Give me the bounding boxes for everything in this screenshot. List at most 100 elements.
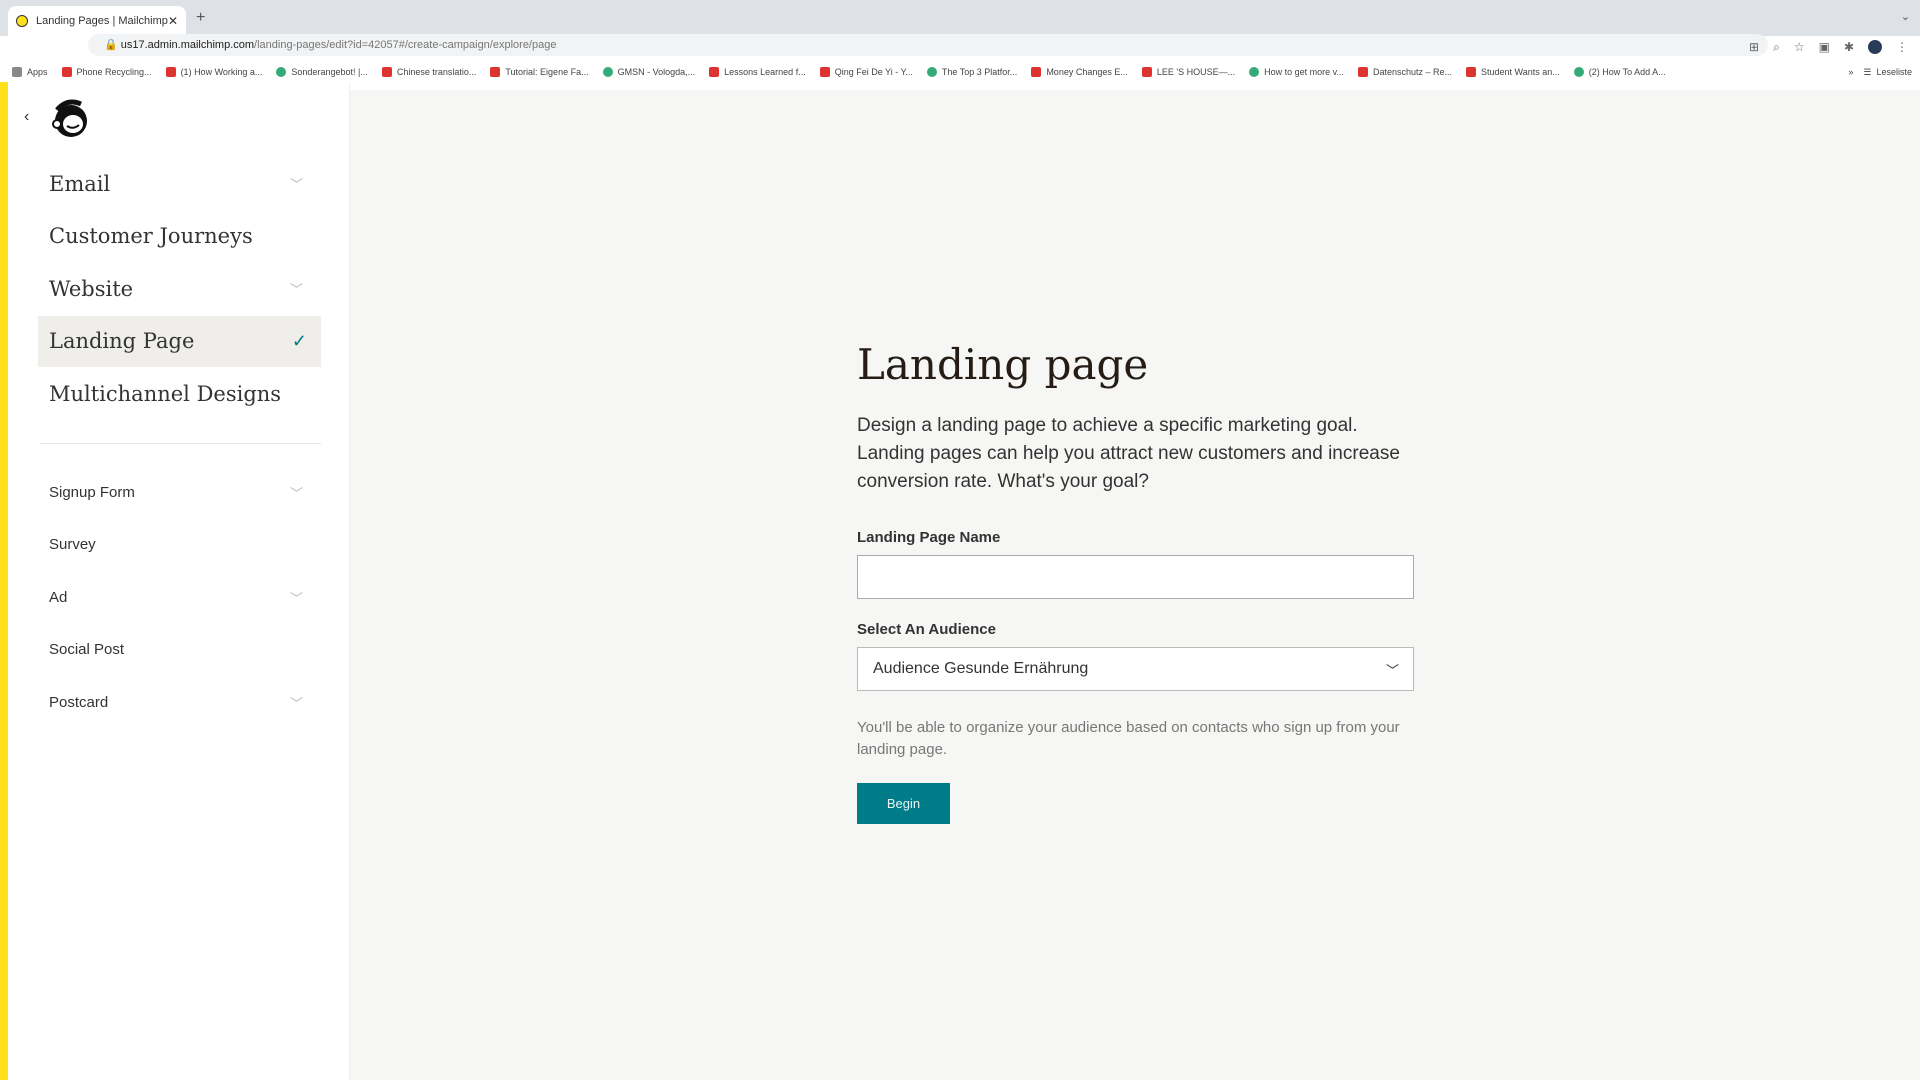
page-title: Landing page <box>857 340 1149 389</box>
zoom-icon[interactable]: ⌕ <box>1773 40 1780 55</box>
audience-select[interactable]: Audience Gesunde Ernährung ﹀ <box>857 647 1414 691</box>
bookmark-label: How to get more v... <box>1264 67 1344 77</box>
audience-help-text: You'll be able to organize your audience… <box>857 719 1400 758</box>
new-tab-icon[interactable]: + <box>196 9 205 27</box>
bookmark-item[interactable]: Sonderangebot! |... <box>276 67 368 77</box>
bookmark-item[interactable]: The Top 3 Platfor... <box>926 67 1018 77</box>
collapse-back-icon[interactable]: ‹ <box>24 108 29 126</box>
bookmark-item[interactable]: Chinese translatio... <box>381 67 477 77</box>
landing-page-name-input[interactable] <box>857 555 1414 599</box>
bookmark-favicon-icon <box>165 67 176 77</box>
reading-list[interactable]: ☰ Leseliste <box>1863 67 1912 78</box>
url-host: us17.admin.mailchimp.com <box>120 39 255 51</box>
sidebar-item-social-post[interactable]: Social Post <box>38 630 321 670</box>
bookmark-item[interactable]: Tutorial: Eigene Fa... <box>490 67 589 77</box>
browser-tab[interactable]: Landing Pages | Mailchimp ✕ <box>8 6 186 36</box>
bookmark-label: LEE 'S HOUSE—... <box>1156 67 1236 77</box>
bookmark-item[interactable]: Datenschutz – Re... <box>1357 67 1453 77</box>
bookmark-label: (2) How To Add A... <box>1588 67 1666 77</box>
sidebar-item-ad[interactable]: Ad ﹀ <box>38 577 321 617</box>
bookmark-item[interactable]: GMSN - Vologda,... <box>602 67 696 77</box>
check-icon: ✓ <box>291 330 307 352</box>
landing-page-name-label: Landing Page Name <box>857 529 1001 546</box>
mailchimp-favicon-icon <box>16 15 28 27</box>
bookmark-item[interactable]: Money Changes E... <box>1031 67 1128 77</box>
chevron-down-icon: ﹀ <box>289 696 303 712</box>
puzzle-icon[interactable]: ✱ <box>1844 40 1854 55</box>
tab-title: Landing Pages | Mailchimp <box>36 15 168 27</box>
bookmark-favicon-icon <box>1031 67 1042 77</box>
bookmark-favicon-icon <box>819 67 830 77</box>
bookmark-label: The Top 3 Platfor... <box>941 67 1018 77</box>
bookmark-label: (1) How Working a... <box>180 67 263 77</box>
bookmark-item[interactable]: (2) How To Add A... <box>1573 67 1666 77</box>
tab-search-icon[interactable]: ⌄ <box>1901 10 1910 23</box>
sidebar-item-label: Website <box>49 276 134 301</box>
sidebar-divider <box>40 443 321 444</box>
sidebar-item-signup-form[interactable]: Signup Form ﹀ <box>38 472 321 512</box>
sidebar-item-label: Survey <box>49 536 96 553</box>
bookmark-item[interactable]: Phone Recycling... <box>61 67 152 77</box>
sidebar-item-label: Multichannel Designs <box>49 381 282 406</box>
reading-list-label: Leseliste <box>1876 67 1912 77</box>
chevron-down-icon: ﹀ <box>289 178 303 193</box>
bookmark-label: Chinese translatio... <box>396 67 477 77</box>
sidebar-item-multichannel-designs[interactable]: Multichannel Designs <box>38 368 321 419</box>
audience-selected-value: Audience Gesunde Ernährung <box>873 660 1089 677</box>
audience-label: Select An Audience <box>857 621 996 638</box>
profile-avatar[interactable] <box>1868 40 1882 54</box>
bookmark-label: Money Changes E... <box>1046 67 1128 77</box>
sidebar: ‹ Email ﹀ Customer Journeys Website ﹀ Landing… <box>0 82 350 1080</box>
bookmark-label: Sonderangebot! |... <box>291 67 368 77</box>
chevron-down-icon: ﹀ <box>289 591 303 607</box>
bookmark-item[interactable]: How to get more v... <box>1249 67 1344 77</box>
bookmark-favicon-icon <box>381 67 392 77</box>
bookmark-label: Phone Recycling... <box>76 67 152 77</box>
more-bookmarks-icon[interactable]: » <box>1848 67 1853 77</box>
mailchimp-logo-icon[interactable] <box>47 96 91 140</box>
bookmark-favicon-icon <box>926 67 937 77</box>
bookmark-item[interactable]: Lessons Learned f... <box>709 67 806 77</box>
bookmark-label: Tutorial: Eigene Fa... <box>505 67 589 77</box>
bookmark-label: Lessons Learned f... <box>724 67 806 77</box>
chevron-down-icon: ﹀ <box>289 283 303 298</box>
bookmark-favicon-icon <box>1141 67 1152 77</box>
menu-icon[interactable]: ⋮ <box>1896 40 1908 55</box>
sidebar-item-label: Customer Journeys <box>49 224 253 248</box>
chevron-down-icon: ﹀ <box>289 486 303 502</box>
bookmark-label: GMSN - Vologda,... <box>617 67 696 77</box>
sidebar-item-label: Ad <box>49 588 68 606</box>
bookmark-favicon-icon <box>1357 67 1368 77</box>
sidebar-item-label: Signup Form <box>49 483 135 501</box>
bookmark-favicon-icon <box>1466 67 1477 77</box>
bookmark-favicon-icon <box>602 67 613 77</box>
sidebar-item-survey[interactable]: Survey <box>38 525 321 565</box>
bookmarks-bar: Apps Phone Recycling... (1) How Working a.… <box>0 62 1920 82</box>
star-icon[interactable]: ☆ <box>1794 40 1805 55</box>
bookmark-item[interactable]: LEE 'S HOUSE—... <box>1141 67 1236 77</box>
bookmark-favicon-icon <box>490 67 501 77</box>
sidebar-item-email[interactable]: Email ﹀ <box>38 158 321 209</box>
extension-icon[interactable]: ▣ <box>1819 40 1830 55</box>
sidebar-item-label: Social Post <box>49 641 125 658</box>
bookmark-favicon-icon <box>276 67 287 77</box>
sidebar-item-website[interactable]: Website ﹀ <box>38 263 321 314</box>
begin-button[interactable]: Begin <box>857 783 950 824</box>
page-description: Design a landing page to achieve a speci… <box>857 415 1400 492</box>
sidebar-item-customer-journeys[interactable]: Customer Journeys <box>38 211 321 262</box>
bookmark-item[interactable]: (1) How Working a... <box>165 67 263 77</box>
brand-strip <box>0 82 8 1080</box>
translate-icon[interactable]: ⊞ <box>1749 40 1759 55</box>
bookmark-item[interactable]: Qing Fei De Yi - Y... <box>819 67 913 77</box>
chevron-down-icon: ﹀ <box>1385 662 1399 678</box>
close-tab-icon[interactable]: ✕ <box>168 14 178 28</box>
bookmark-favicon-icon <box>61 67 72 77</box>
url-input[interactable]: 🔒 us17.admin.mailchimp.com/landing-pages… <box>88 34 1768 56</box>
sidebar-item-landing-page[interactable]: Landing Page ✓ <box>38 315 321 367</box>
bookmark-item[interactable]: Apps <box>12 67 48 77</box>
sidebar-item-postcard[interactable]: Postcard ﹀ <box>38 682 321 722</box>
bookmark-favicon-icon <box>709 67 720 77</box>
bookmark-label: Qing Fei De Yi - Y... <box>834 67 913 77</box>
bookmark-label: Datenschutz – Re... <box>1372 67 1453 77</box>
bookmark-item[interactable]: Student Wants an... <box>1466 67 1560 77</box>
